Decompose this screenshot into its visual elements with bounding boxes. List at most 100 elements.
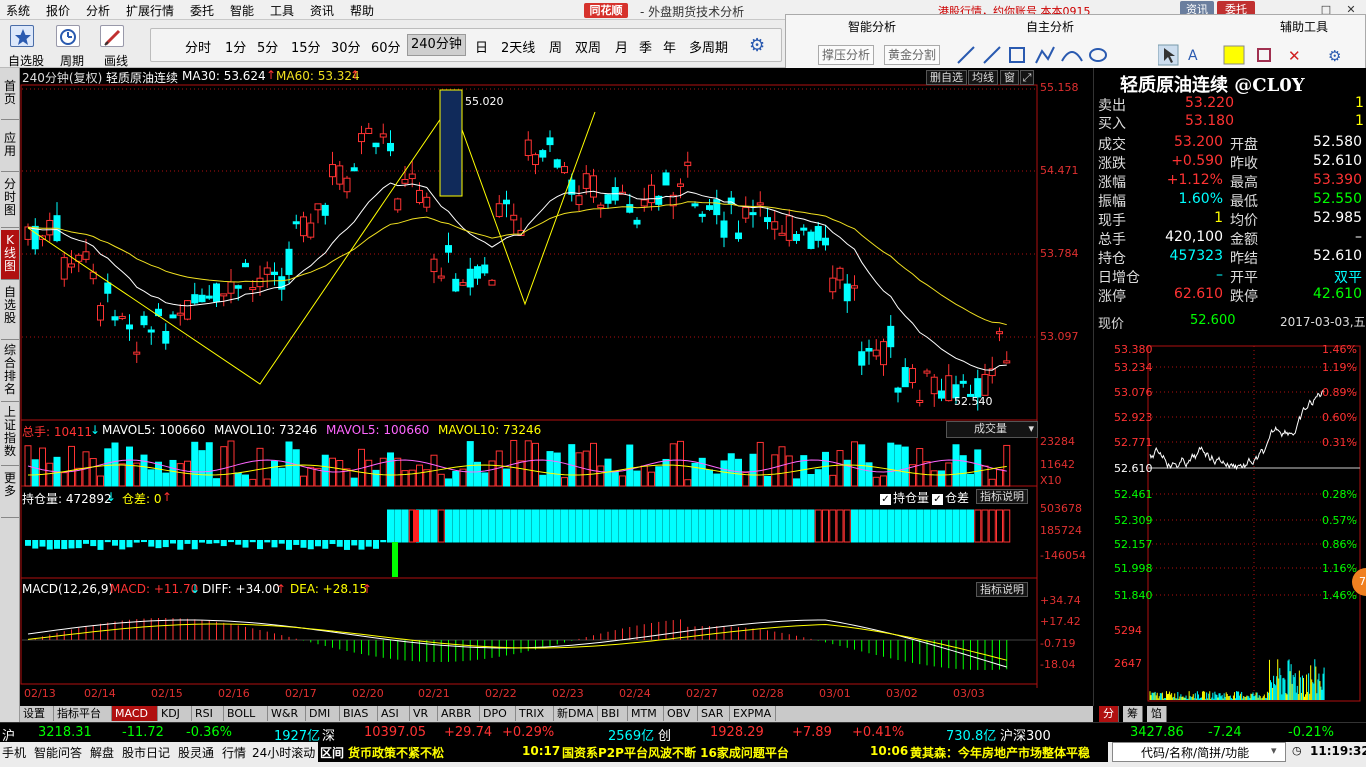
date-label: 02/27 <box>686 687 718 700</box>
draw-tools[interactable] <box>954 43 1154 67</box>
period-year[interactable]: 年 <box>663 37 676 56</box>
oi-checkbox[interactable]: ✓ 持仓量 <box>880 489 929 506</box>
indicator-tab-14[interactable]: 新DMA <box>554 706 598 721</box>
news2-text[interactable]: 国资系P2P平台风波不断 16家成问题平台 <box>562 744 789 761</box>
indicator-tab-12[interactable]: DPO <box>480 706 516 721</box>
indicator-tab-6[interactable]: W&R <box>268 706 306 721</box>
period-multi[interactable]: 多周期 <box>689 37 728 56</box>
indicator-tab-3[interactable]: KDJ <box>158 706 192 721</box>
period-month[interactable]: 月 <box>615 37 628 56</box>
indicator-tab-17[interactable]: OBV <box>664 706 698 721</box>
tab-sh-index[interactable]: 上证指数 <box>1 404 19 466</box>
period-day[interactable]: 日 <box>475 37 488 56</box>
period-quarter[interactable]: 季 <box>639 37 652 56</box>
status-quote[interactable]: 行情 <box>222 744 246 761</box>
indicator-tab-5[interactable]: BOLL <box>224 706 268 721</box>
menu-ext-quote[interactable]: 扩展行情 <box>126 2 174 19</box>
watchlist-label[interactable]: 自选股 <box>8 52 44 69</box>
aux-tools[interactable]: A ✕ ⚙ <box>1158 43 1363 67</box>
ma-button[interactable]: 均线 <box>968 70 998 85</box>
status-24h[interactable]: 24小时滚动 <box>252 744 315 761</box>
period-fenshi[interactable]: 分时 <box>185 37 211 56</box>
remove-watch-button[interactable]: 删自选 <box>926 70 967 85</box>
tab-timeshare[interactable]: 分时图 <box>1 174 19 228</box>
oi-bar <box>872 509 880 543</box>
period-30m[interactable]: 30分 <box>331 37 361 56</box>
macd-desc-button[interactable]: 指标说明 <box>976 582 1028 597</box>
news-ticker[interactable]: 区间 货币政策不紧不松 10:17 国资系P2P平台风波不断 16家成问题平台 … <box>318 742 1108 762</box>
period-icon[interactable] <box>56 25 80 47</box>
period-2week[interactable]: 双周 <box>575 37 601 56</box>
self-analysis-heading[interactable]: 自主分析 <box>1026 18 1074 35</box>
indicator-tab-8[interactable]: BIAS <box>340 706 378 721</box>
tab-kline[interactable]: K线图 <box>1 230 19 280</box>
zoom-button[interactable]: ⤢ <box>1020 70 1034 85</box>
tab-apps[interactable]: 应用 <box>1 122 19 172</box>
status-mobile[interactable]: 手机 <box>2 744 26 761</box>
volume-bar <box>437 473 445 487</box>
menu-help[interactable]: 帮助 <box>350 2 374 19</box>
period-240m[interactable]: 240分钟 <box>407 34 466 56</box>
tab-ranking[interactable]: 综合排名 <box>1 342 19 402</box>
tab-home[interactable]: 首页 <box>1 78 19 120</box>
news1-text[interactable]: 货币政策不紧不松 <box>348 744 444 761</box>
status-jiepan[interactable]: 解盘 <box>90 744 114 761</box>
indicator-tab-18[interactable]: SAR <box>698 706 730 721</box>
period-2day[interactable]: 2天线 <box>501 37 535 56</box>
support-resistance-button[interactable]: 撑压分析 <box>818 45 875 65</box>
indicator-tab-10[interactable]: VR <box>410 706 438 721</box>
draw-line-icon[interactable] <box>100 25 124 47</box>
watchlist-icon[interactable] <box>10 25 34 47</box>
indicator-tab-13[interactable]: TRIX <box>516 706 554 721</box>
kline-svg[interactable] <box>20 68 1093 708</box>
oi-desc-button[interactable]: 指标说明 <box>976 489 1028 504</box>
menu-smart[interactable]: 智能 <box>230 2 254 19</box>
indicator-tab-7[interactable]: DMI <box>306 706 340 721</box>
search-input[interactable]: 代码/名称/简拼/功能 ▾ <box>1112 742 1286 762</box>
indicator-tab-19[interactable]: EXPMA <box>730 706 776 721</box>
period-1m[interactable]: 1分 <box>225 37 246 56</box>
period-60m[interactable]: 60分 <box>371 37 401 56</box>
menu-trade[interactable]: 委托 <box>190 2 214 19</box>
status-qa[interactable]: 智能问答 <box>34 744 82 761</box>
indicator-tab-0[interactable]: 设置 <box>20 706 54 721</box>
oi-diff-checkbox[interactable]: ✓ 仓差 <box>932 489 969 506</box>
volume-select[interactable]: 成交量 ▾ <box>946 421 1038 438</box>
menu-system[interactable]: 系统 <box>6 2 30 19</box>
tab-chip[interactable]: 筹 <box>1123 706 1143 722</box>
menu-quote[interactable]: 报价 <box>46 2 70 19</box>
gear-icon[interactable]: ⚙ <box>749 35 765 56</box>
tab-watchlist[interactable]: 自选股 <box>1 282 19 340</box>
indicator-tab-16[interactable]: MTM <box>628 706 664 721</box>
status-gulingtong[interactable]: 股灵通 <box>178 744 214 761</box>
indicator-tab-9[interactable]: ASI <box>378 706 410 721</box>
indicator-tab-4[interactable]: RSI <box>192 706 224 721</box>
indicator-tab-15[interactable]: BBI <box>598 706 628 721</box>
period-15m[interactable]: 15分 <box>291 37 321 56</box>
period-5m[interactable]: 5分 <box>257 37 278 56</box>
oi-bar <box>459 509 467 543</box>
oi-bar <box>756 509 764 543</box>
indicator-tab-11[interactable]: ARBR <box>438 706 480 721</box>
indicator-tab-1[interactable]: 指标平台 <box>54 706 112 721</box>
status-diary[interactable]: 股市日记 <box>122 744 170 761</box>
kline-chart-area[interactable]: 240分钟(复权) 轻质原油连续 MA30: 53.624 ↑ MA60: 53… <box>20 68 1093 708</box>
tab-fenshi[interactable]: 分 <box>1099 706 1119 722</box>
menu-news[interactable]: 资讯 <box>310 2 334 19</box>
menu-analysis[interactable]: 分析 <box>86 2 110 19</box>
aux-tools-heading[interactable]: 辅助工具 <box>1280 18 1328 35</box>
menu-tools[interactable]: 工具 <box>270 2 294 19</box>
window-button[interactable]: 窗 <box>1000 70 1019 85</box>
mini-right-tick: 0.60% <box>1322 411 1357 424</box>
tab-pie[interactable]: 馅 <box>1147 706 1167 722</box>
indicator-tab-2[interactable]: MACD <box>112 706 158 721</box>
draw-label[interactable]: 画线 <box>104 52 128 69</box>
tab-more[interactable]: 更多 <box>1 468 19 518</box>
period-week[interactable]: 周 <box>549 37 562 56</box>
golden-section-button[interactable]: 黄金分割 <box>884 45 941 65</box>
news3-text[interactable]: 黄其森：今年房地产市场整体平稳 <box>910 744 1090 761</box>
smart-analysis-heading[interactable]: 智能分析 <box>848 18 896 35</box>
highlight-box <box>439 89 463 197</box>
date-label: 03/01 <box>819 687 851 700</box>
period-label[interactable]: 周期 <box>60 52 84 69</box>
